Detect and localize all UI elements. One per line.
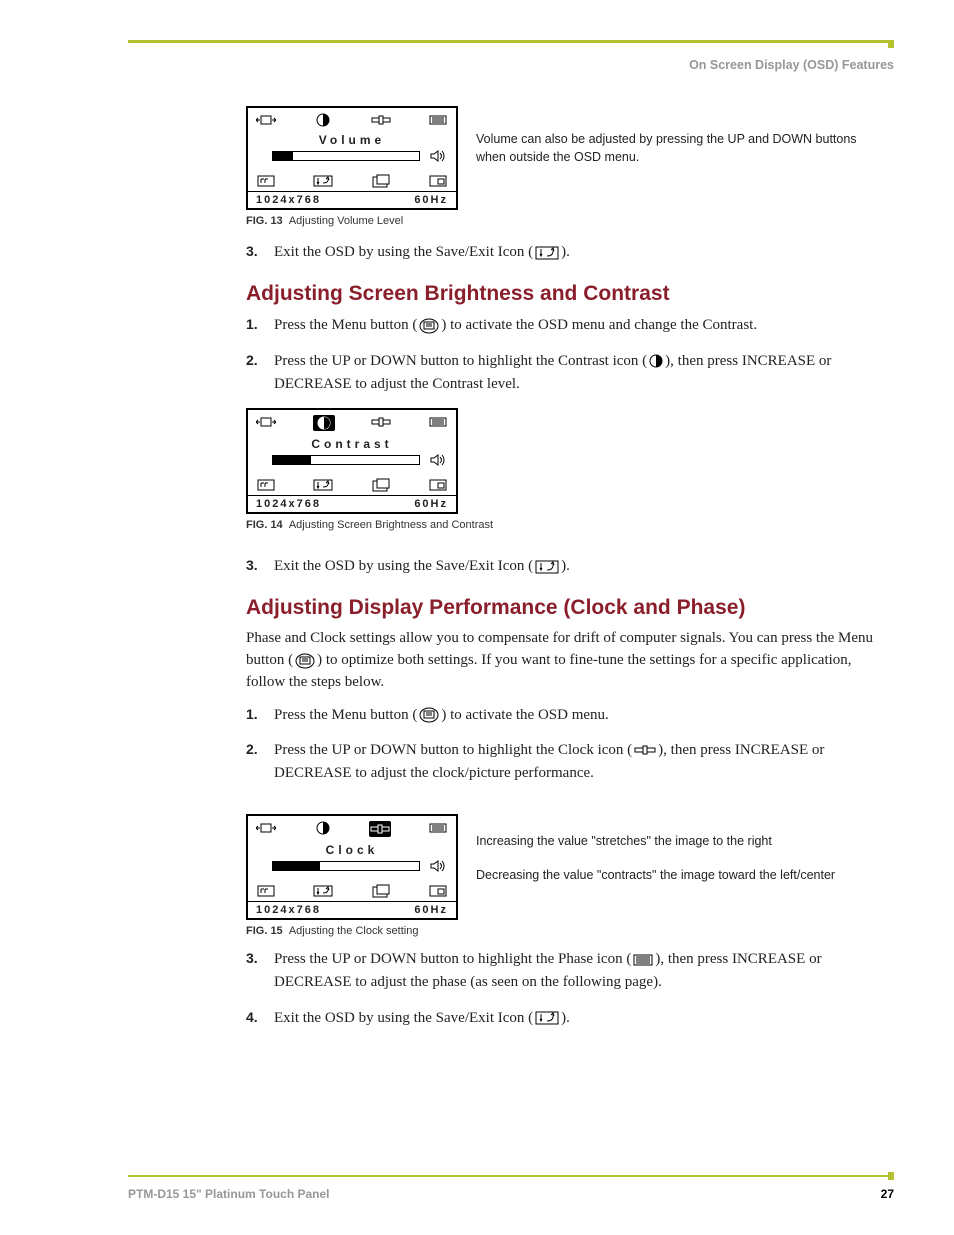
osd-slider <box>272 455 420 465</box>
phase-lines-icon <box>428 113 448 127</box>
hpos-icon <box>256 415 276 429</box>
osd-slider-fill <box>273 862 320 870</box>
osd-resolution: 1024x768 <box>256 498 321 510</box>
save-exit-icon <box>313 884 333 898</box>
osd-title: Contrast <box>248 434 456 451</box>
osd-title: Volume <box>248 130 456 147</box>
osd-slider <box>272 151 420 161</box>
hpos-icon <box>256 821 276 835</box>
save-exit-icon <box>535 1011 559 1025</box>
fig13-caption: FIG. 13 Adjusting Volume Level <box>246 215 458 227</box>
osd-panel-contrast: Contrast 1024x768 60Hz <box>246 408 458 514</box>
contrast-icon <box>313 821 333 835</box>
clock-slider-icon <box>371 415 391 429</box>
fig15-caption: FIG. 15 Adjusting the Clock setting <box>246 925 458 937</box>
phase-lines-icon <box>428 415 448 429</box>
pip-icon <box>428 884 448 898</box>
save-exit-icon <box>535 560 559 574</box>
heading-clock-phase: Adjusting Display Performance (Clock and… <box>246 596 884 620</box>
step-text: Press the UP or DOWN button to highlight… <box>274 948 884 995</box>
step-text: Exit the OSD by using the Save/Exit Icon… <box>274 1007 884 1030</box>
menu-button-icon <box>295 653 315 669</box>
clock-slider-icon <box>371 113 391 127</box>
step-text: Exit the OSD by using the Save/Exit Icon… <box>274 555 884 578</box>
heading-brightness-contrast: Adjusting Screen Brightness and Contrast <box>246 282 884 306</box>
step-text: Press the UP or DOWN button to highlight… <box>274 739 884 786</box>
osd-position-icon <box>371 884 391 898</box>
language-icon <box>256 884 276 898</box>
save-exit-icon <box>313 174 333 188</box>
osd-position-icon <box>371 478 391 492</box>
speaker-icon <box>428 453 448 467</box>
language-icon <box>256 478 276 492</box>
contrast-icon <box>313 113 333 127</box>
fig14-caption: FIG. 14 Adjusting Screen Brightness and … <box>246 519 493 531</box>
speaker-icon <box>428 149 448 163</box>
osd-slider-fill <box>273 456 311 464</box>
step-text: Exit the OSD by using the Save/Exit Icon… <box>274 241 884 264</box>
osd-resolution: 1024x768 <box>256 904 321 916</box>
clock-intro: Phase and Clock settings allow you to co… <box>246 628 884 693</box>
footer-page-number: 27 <box>881 1187 894 1201</box>
page-header-section: On Screen Display (OSD) Features <box>689 58 894 72</box>
osd-position-icon <box>371 174 391 188</box>
osd-refresh: 60Hz <box>414 498 448 510</box>
osd-panel-volume: Volume 1024x768 60Hz <box>246 106 458 210</box>
osd-slider-fill <box>273 152 293 160</box>
fig15-sidenotes: Increasing the value "stretches" the ima… <box>476 814 835 884</box>
clock-slider-icon <box>634 744 656 756</box>
save-exit-icon <box>313 478 333 492</box>
step-text: Press the Menu button () to activate the… <box>274 314 884 337</box>
speaker-icon <box>428 859 448 873</box>
language-icon <box>256 174 276 188</box>
phase-lines-icon <box>633 954 653 966</box>
osd-refresh: 60Hz <box>414 904 448 916</box>
osd-resolution: 1024x768 <box>256 194 321 206</box>
osd-title: Clock <box>248 840 456 857</box>
menu-button-icon <box>419 318 439 334</box>
footer-product: PTM-D15 15" Platinum Touch Panel <box>128 1187 330 1201</box>
osd-refresh: 60Hz <box>414 194 448 206</box>
contrast-icon-selected <box>313 415 335 431</box>
pip-icon <box>428 478 448 492</box>
step-text: Press the Menu button () to activate the… <box>274 704 884 727</box>
contrast-icon <box>649 354 663 368</box>
save-exit-icon <box>535 246 559 260</box>
step-text: Press the UP or DOWN button to highlight… <box>274 350 884 397</box>
hpos-icon <box>256 113 276 127</box>
fig13-sidenote: Volume can also be adjusted by pressing … <box>476 106 884 166</box>
clock-slider-icon-selected <box>369 821 391 837</box>
osd-panel-clock: Clock 1024x768 60Hz <box>246 814 458 920</box>
osd-slider <box>272 861 420 871</box>
menu-button-icon <box>419 707 439 723</box>
phase-lines-icon <box>428 821 448 835</box>
pip-icon <box>428 174 448 188</box>
